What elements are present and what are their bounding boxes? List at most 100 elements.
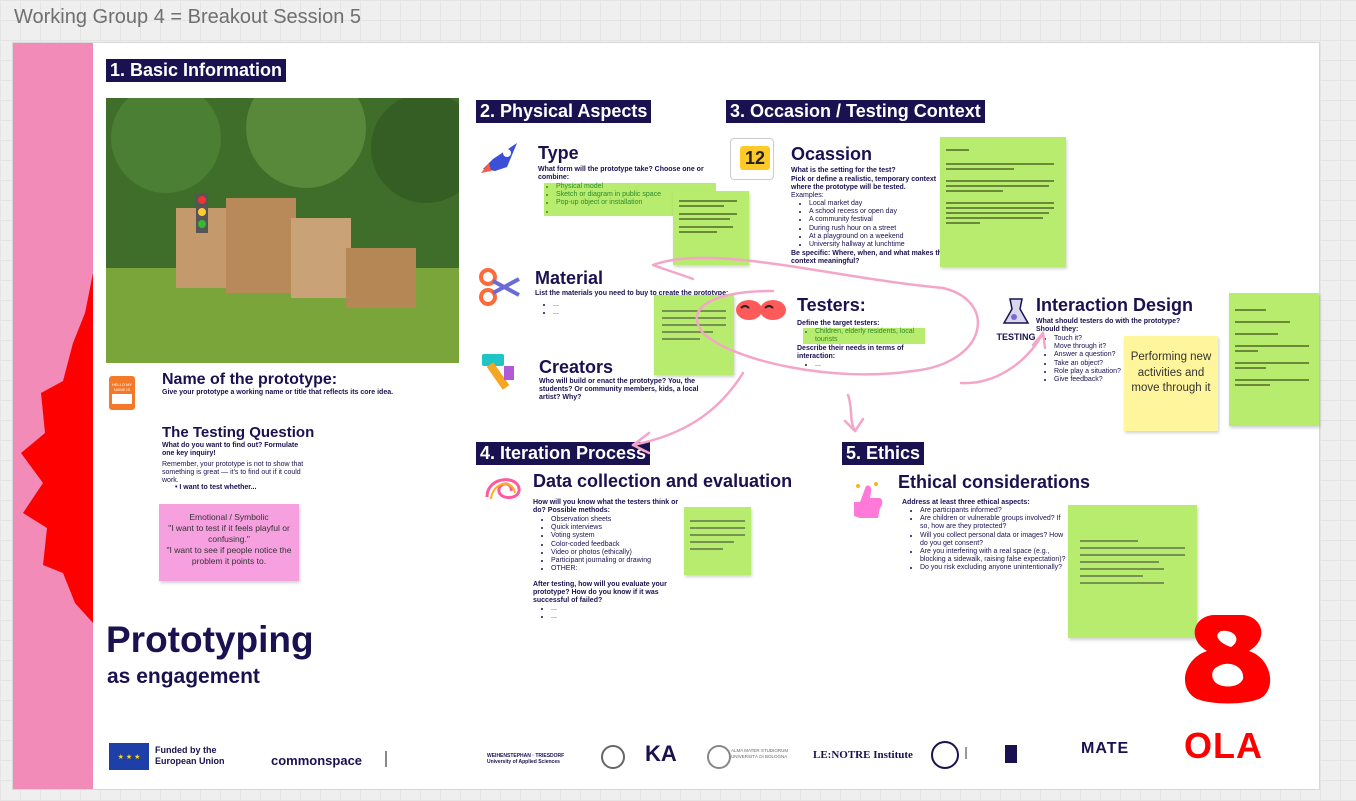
testers-title: Testers:: [797, 295, 866, 315]
section-iteration-heading: 4. Iteration Process: [476, 442, 651, 465]
material-item: ...: [553, 309, 559, 317]
rocket-icon: [481, 143, 517, 173]
testers-list-2: ...: [803, 361, 821, 369]
type-sticky-note[interactable]: [673, 191, 749, 265]
board-frame[interactable]: 1. Basic Information HELLO MY NAME IS Na…: [12, 42, 1320, 790]
data-method-item: Video or photos (ethically): [551, 549, 651, 557]
data-collection-q1: How will you know what the testers think…: [533, 499, 679, 514]
ethics-item: Are participants informed?: [920, 507, 1070, 515]
pink-sticky-line1: Emotional / Symbolic: [189, 512, 269, 522]
data-evaluation-list: ... ...: [539, 605, 557, 621]
testers-q2: Describe their needs in terms of interac…: [797, 345, 904, 360]
swirl-icon: [485, 478, 521, 500]
data-method-item: Observation sheets: [551, 516, 651, 524]
lenotre-logo: LE:NOTRE Institute: [813, 749, 913, 761]
testing-flask-icon: TESTING: [996, 295, 1036, 345]
university-logo-2: [965, 747, 997, 759]
eu-flag-icon: ★ ★ ★: [109, 743, 149, 770]
data-method-item: OTHER:: [551, 565, 651, 573]
yellow-sticky-note[interactable]: Performing new activities and move throu…: [1124, 336, 1218, 431]
occasion-title: Ocassion: [791, 144, 873, 164]
occasion-item: During rush hour on a street: [809, 225, 905, 233]
pink-sticky-line3: "I want to see if people notice the prob…: [166, 545, 292, 566]
thumbs-up-icon: [854, 482, 883, 518]
name-prototype-desc: Give your prototype a working name or ti…: [162, 389, 394, 396]
occasion-q2: Pick or define a realistic, temporary co…: [791, 176, 937, 191]
occasion-item: University hallway at lunchtime: [809, 241, 905, 249]
data-method-item: Quick interviews: [551, 524, 651, 532]
interaction-item: Give feedback?: [1054, 376, 1121, 384]
creators-title: Creators: [539, 357, 614, 377]
ethics-item: Will you collect personal data or images…: [920, 532, 1070, 548]
testing-question-body: Remember, your prototype is not to show …: [162, 461, 304, 484]
testers-q1: Define the target testers:: [797, 320, 880, 327]
section-physical-heading: 2. Physical Aspects: [476, 100, 652, 123]
interaction-title: Interaction Design: [1036, 295, 1194, 315]
bologna-logo: ALMA MATER STUDIORUM UNIVERSITÀ DI BOLOG…: [731, 748, 789, 759]
occasion-sticky-note[interactable]: [940, 137, 1066, 267]
testers-list: Children, elderly residents, local touri…: [803, 328, 925, 345]
data-collection-list: Observation sheets Quick interviews Voti…: [539, 516, 651, 573]
ola-eight-mark: [1184, 615, 1271, 704]
interaction-list: Touch it? Move through it? Answer a ques…: [1042, 335, 1121, 384]
ka-logo: KA: [645, 741, 677, 766]
material-list: ... ...: [541, 301, 559, 317]
calendar-icon: 12: [726, 132, 776, 182]
ola-logo-text: OLA: [1184, 725, 1263, 766]
university-logo-3: [1005, 745, 1017, 763]
occasion-footer: Be specific: Where, when, and what makes…: [791, 250, 948, 265]
red-gear-shape: [21, 273, 93, 623]
interaction-item: Answer a question?: [1054, 351, 1121, 359]
ethics-item: Are you interfering with a real space (e…: [920, 548, 1070, 564]
interaction-item: Take an object?: [1054, 360, 1121, 368]
interaction-sticky-note[interactable]: [1229, 293, 1319, 426]
data-method-item: Color-coded feedback: [551, 541, 651, 549]
commonspace-logo: commonspace: [271, 753, 363, 768]
name-tag-icon: HELLO MY NAME IS: [109, 376, 135, 410]
university-logo-1: [385, 751, 481, 767]
interaction-item: Touch it?: [1054, 335, 1121, 343]
occasion-item: A school recess or open day: [809, 208, 905, 216]
prototyping-title: Prototyping: [106, 619, 314, 660]
type-title: Type: [538, 143, 579, 163]
bologna-seal: [707, 745, 731, 769]
testing-question-title: The Testing Question: [162, 424, 315, 441]
testers-item: ...: [815, 361, 821, 369]
ethics-title: Ethical considerations: [898, 472, 1091, 492]
data-collection-title: Data collection and evaluation: [533, 471, 793, 491]
testing-question-prompt: What do you want to find out? Formulate …: [162, 442, 299, 457]
occasion-item: Local market day: [809, 200, 905, 208]
name-prototype-title: Name of the prototype:: [162, 371, 338, 388]
scissors-icon: [479, 268, 520, 306]
interaction-item: Role play a situation?: [1054, 368, 1121, 376]
interaction-item: Move through it?: [1054, 343, 1121, 351]
occasion-item: At a playground on a weekend: [809, 233, 905, 241]
testing-question-bullet: • I want to test whether...: [175, 484, 257, 491]
section-occasion-heading: 3. Occasion / Testing Context: [726, 100, 985, 123]
data-eval-item: ...: [551, 605, 557, 613]
occasion-q1: What is the setting for the test?: [791, 167, 896, 174]
data-sticky-note[interactable]: [684, 507, 751, 575]
university-seal-2: [931, 741, 959, 769]
ethics-list: Are participants informed? Are children …: [908, 507, 1070, 573]
pink-sticky-line2: "I want to test if it feels playful or c…: [168, 523, 290, 544]
type-prompt: What form will the prototype take? Choos…: [538, 166, 704, 181]
ethics-item: Do you risk excluding anyone unintention…: [920, 564, 1070, 572]
material-title: Material: [535, 268, 604, 288]
hammer-icon: [482, 354, 514, 390]
prototype-photo[interactable]: [106, 98, 459, 363]
data-evaluation-q2: After testing, how will you evaluate you…: [533, 581, 667, 604]
data-method-item: Participant journaling or drawing: [551, 557, 651, 565]
masks-icon: [736, 300, 786, 320]
pink-sticky-note[interactable]: Emotional / Symbolic "I want to test if …: [159, 504, 299, 581]
data-eval-item: ...: [551, 613, 557, 621]
data-method-item: Voting system: [551, 532, 651, 540]
ethics-prompt: Address at least three ethical aspects:: [902, 499, 1030, 506]
occasion-item: A community festival: [809, 216, 905, 224]
frame-title[interactable]: Working Group 4 = Breakout Session 5: [14, 6, 361, 29]
section-ethics-heading: 5. Ethics: [842, 442, 925, 465]
type-item: Physical model: [556, 183, 716, 191]
eu-funded-text: Funded by the European Union: [155, 745, 225, 766]
material-sticky-note[interactable]: [654, 295, 734, 375]
university-seal-1: [601, 745, 625, 769]
